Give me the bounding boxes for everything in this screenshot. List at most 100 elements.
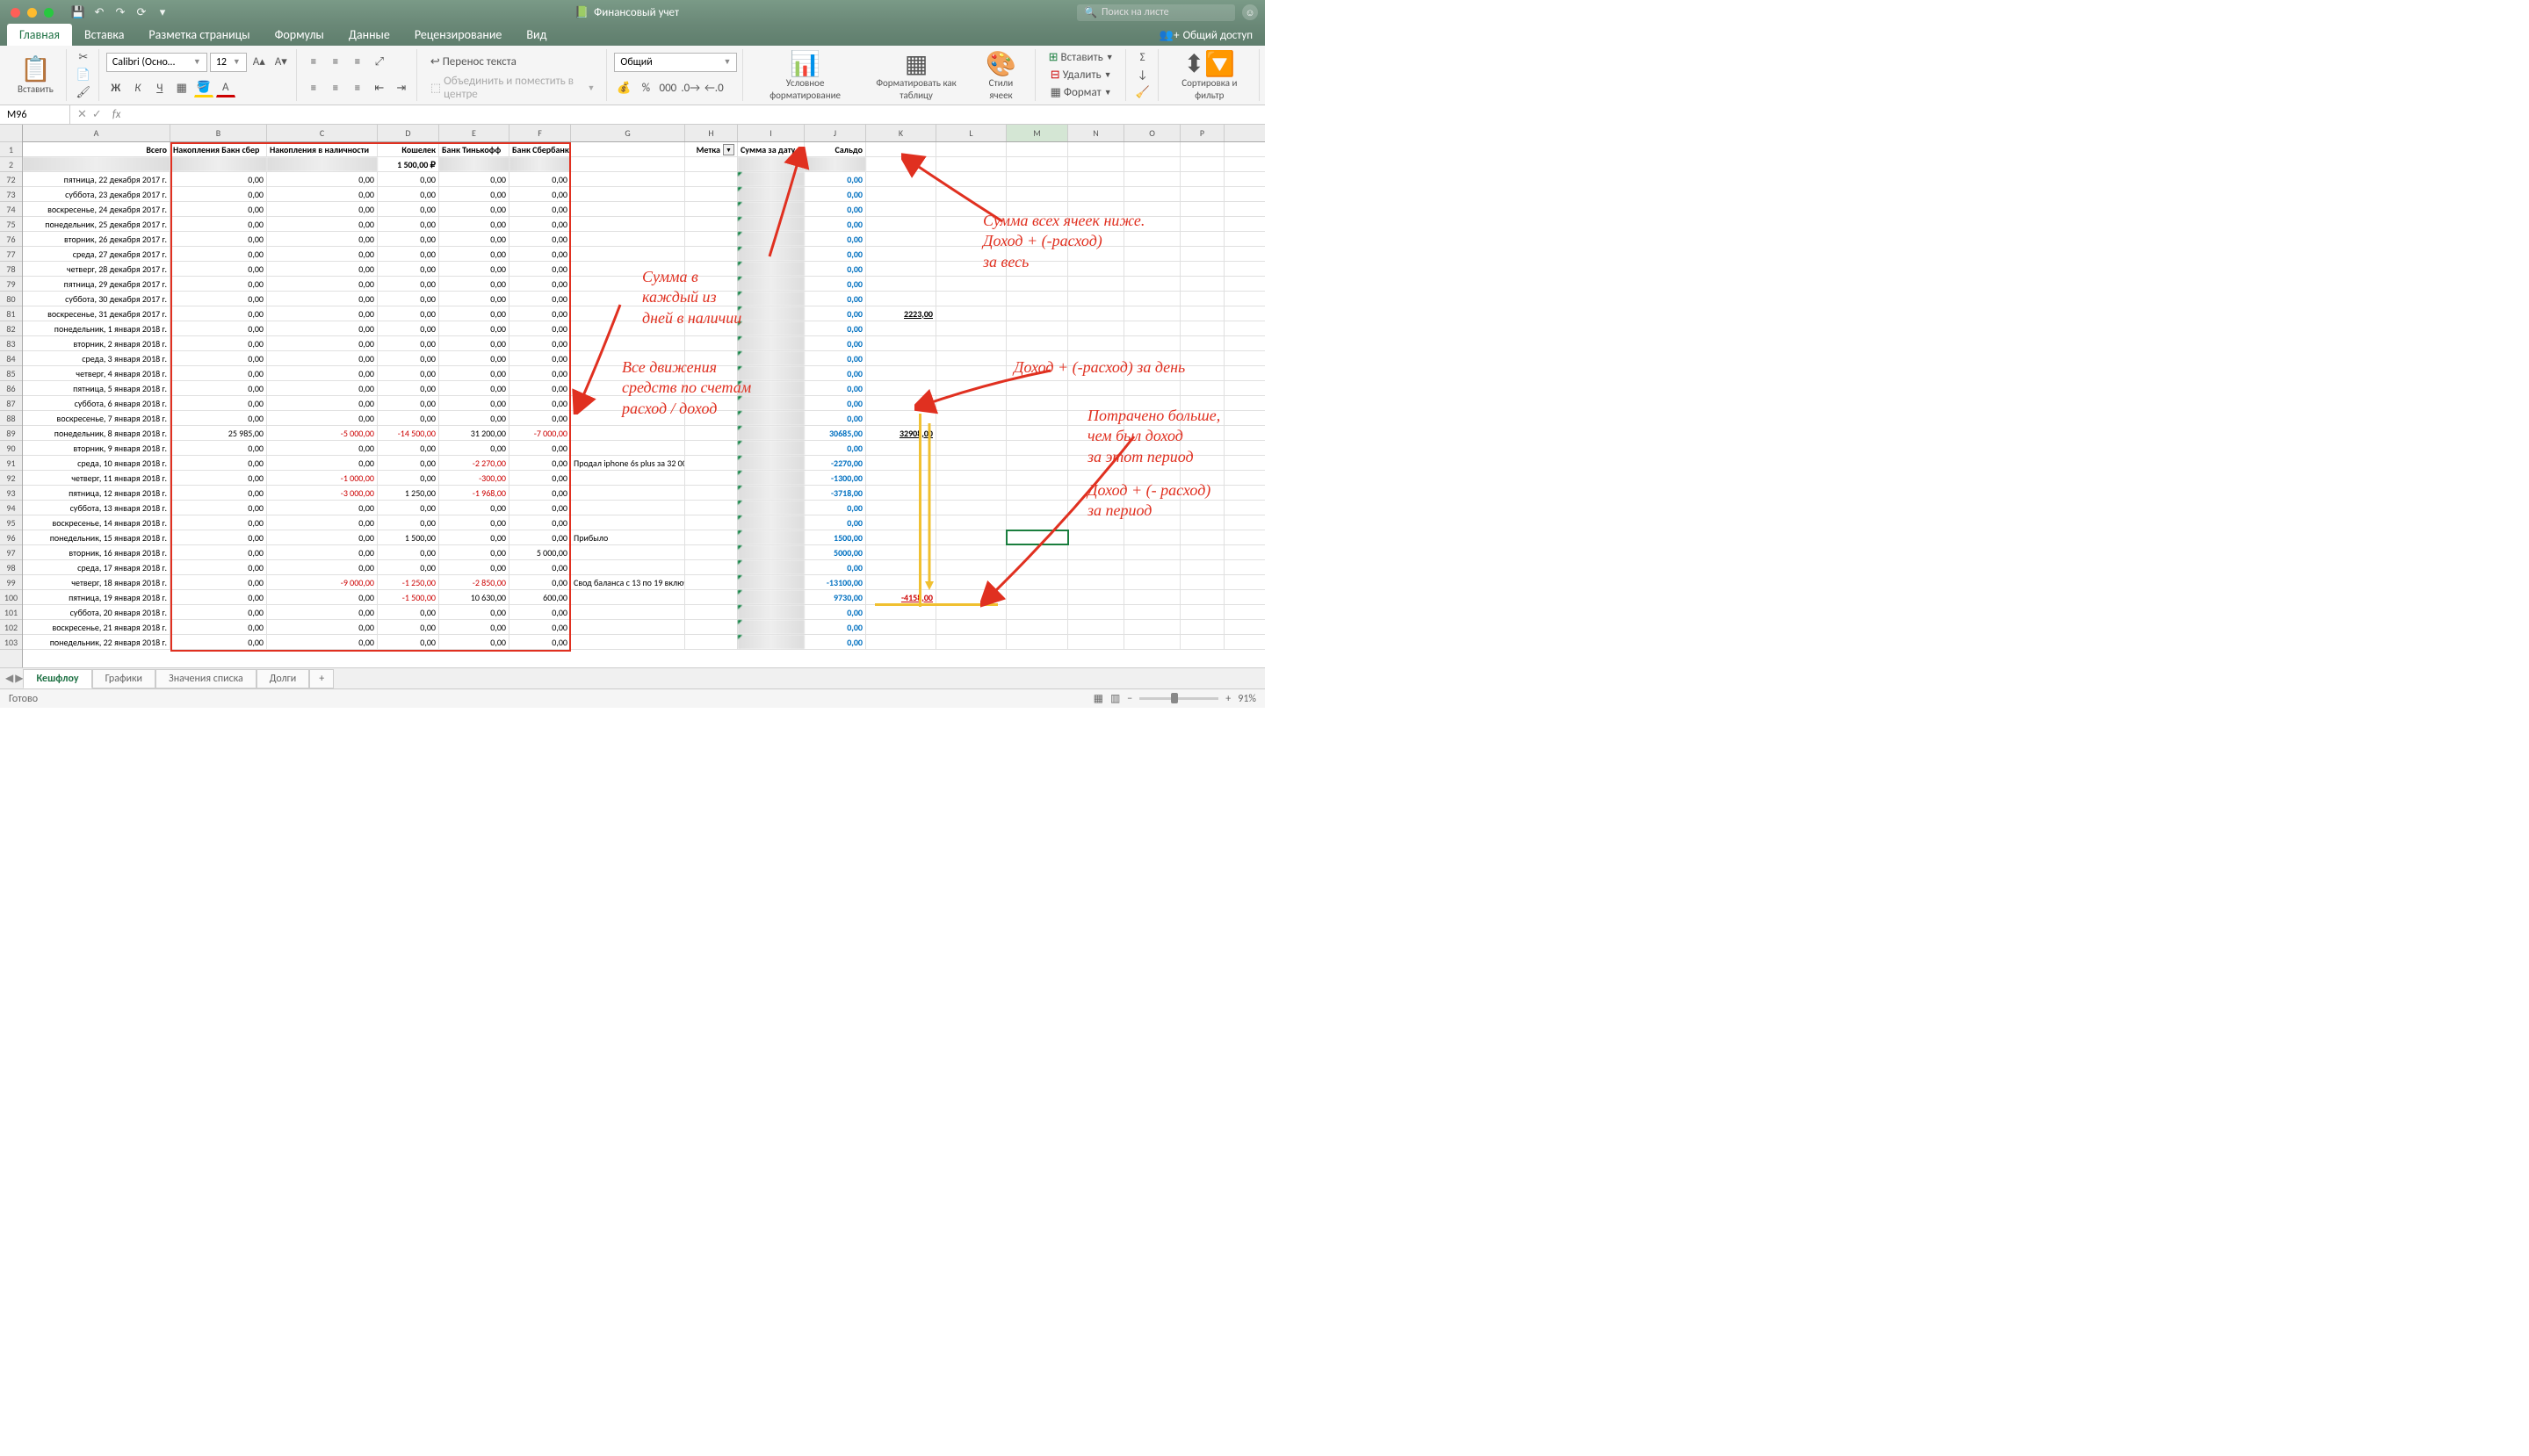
cell[interactable] <box>571 202 685 216</box>
cell[interactable]: 0,00 <box>805 396 866 410</box>
cell[interactable]: 0,00 <box>378 620 439 634</box>
italic-button[interactable]: К <box>128 78 148 97</box>
user-avatar-icon[interactable]: ☺ <box>1242 4 1258 20</box>
align-left-icon[interactable]: ≡ <box>304 78 323 97</box>
cell[interactable]: 32908,00 <box>866 426 936 440</box>
fx-label[interactable]: fx <box>109 108 121 121</box>
cell[interactable] <box>1181 142 1225 156</box>
tab-data[interactable]: Данные <box>336 24 402 46</box>
cell[interactable] <box>1181 426 1225 440</box>
cell[interactable]: 0,00 <box>170 217 267 231</box>
col-header-L[interactable]: L <box>936 125 1007 141</box>
row-header[interactable]: 102 <box>0 620 22 635</box>
cell[interactable] <box>571 306 685 321</box>
cell[interactable]: Всего <box>23 142 170 156</box>
cell[interactable]: 0,00 <box>170 635 267 649</box>
cell[interactable]: 2223,00 <box>866 306 936 321</box>
cell[interactable] <box>685 321 738 335</box>
cell[interactable] <box>738 441 805 455</box>
cell[interactable]: 0,00 <box>439 172 509 186</box>
cell[interactable] <box>1007 321 1068 335</box>
cell[interactable]: 5000,00 <box>805 545 866 559</box>
cell[interactable]: 0,00 <box>378 515 439 530</box>
cell[interactable]: 0,00 <box>509 351 571 365</box>
align-bottom-icon[interactable]: ≡ <box>348 53 367 72</box>
cell[interactable]: 0,00 <box>170 456 267 470</box>
cell[interactable]: 0,00 <box>805 172 866 186</box>
cell[interactable] <box>1068 545 1124 559</box>
cell[interactable]: четверг, 28 декабря 2017 г. <box>23 262 170 276</box>
cell[interactable] <box>738 605 805 619</box>
redo-icon[interactable]: ↷ <box>112 4 129 21</box>
cell[interactable]: 0,00 <box>267 456 378 470</box>
paste-button[interactable]: 📋Вставить <box>11 54 61 97</box>
row-header[interactable]: 85 <box>0 366 22 381</box>
cell[interactable] <box>1007 590 1068 604</box>
cell[interactable] <box>1068 217 1124 231</box>
cell[interactable] <box>1068 486 1124 500</box>
cell[interactable] <box>1181 262 1225 276</box>
cell[interactable] <box>1068 471 1124 485</box>
row-header[interactable]: 103 <box>0 635 22 650</box>
cell[interactable]: 0,00 <box>378 411 439 425</box>
col-header-C[interactable]: C <box>267 125 378 141</box>
zoom-in-icon[interactable]: + <box>1225 693 1231 705</box>
cell[interactable] <box>1007 560 1068 574</box>
row-header[interactable]: 98 <box>0 560 22 575</box>
cell[interactable] <box>685 530 738 544</box>
cell[interactable] <box>866 441 936 455</box>
cell[interactable] <box>936 471 1007 485</box>
cell[interactable]: 0,00 <box>509 172 571 186</box>
row-header[interactable]: 86 <box>0 381 22 396</box>
cell[interactable]: 0,00 <box>267 635 378 649</box>
cell[interactable] <box>1124 381 1181 395</box>
cell[interactable]: 0,00 <box>805 381 866 395</box>
cell[interactable]: четверг, 11 января 2018 г. <box>23 471 170 485</box>
cell[interactable] <box>1181 486 1225 500</box>
cell[interactable] <box>571 381 685 395</box>
cell[interactable] <box>1124 635 1181 649</box>
cell[interactable]: 0,00 <box>170 560 267 574</box>
cell[interactable] <box>738 232 805 246</box>
cell[interactable] <box>866 545 936 559</box>
cell[interactable]: 0,00 <box>378 306 439 321</box>
cell[interactable] <box>866 486 936 500</box>
cell[interactable] <box>1007 441 1068 455</box>
cell[interactable] <box>866 381 936 395</box>
cell[interactable] <box>866 560 936 574</box>
cell[interactable] <box>1181 381 1225 395</box>
orientation-icon[interactable]: ⤢ <box>370 53 389 72</box>
cell[interactable]: 0,00 <box>267 172 378 186</box>
cell[interactable] <box>1124 530 1181 544</box>
save-icon[interactable]: 💾 <box>69 4 87 21</box>
cell[interactable] <box>1007 501 1068 515</box>
cell[interactable]: пятница, 5 января 2018 г. <box>23 381 170 395</box>
cell[interactable] <box>1181 515 1225 530</box>
cell[interactable] <box>936 321 1007 335</box>
cell[interactable]: 0,00 <box>805 336 866 350</box>
cell-styles-button[interactable]: 🎨Стили ячеек <box>972 47 1029 102</box>
row-header[interactable]: 84 <box>0 351 22 366</box>
row-header[interactable]: 95 <box>0 515 22 530</box>
cell[interactable]: 0,00 <box>170 306 267 321</box>
accept-formula-icon[interactable]: ✓ <box>92 108 102 121</box>
cell[interactable]: 0,00 <box>378 441 439 455</box>
cell[interactable]: 0,00 <box>439 306 509 321</box>
cell[interactable] <box>571 262 685 276</box>
cell[interactable] <box>1124 172 1181 186</box>
cell[interactable]: Банк Сбербанк <box>509 142 571 156</box>
cell[interactable]: 0,00 <box>170 501 267 515</box>
sort-filter-button[interactable]: ⬍🔽Сортировка и фильтр <box>1166 47 1254 102</box>
cell[interactable] <box>738 575 805 589</box>
row-header[interactable]: 101 <box>0 605 22 620</box>
cell[interactable]: 0,00 <box>805 232 866 246</box>
cell[interactable] <box>1068 232 1124 246</box>
font-select[interactable]: Calibri (Осно…▼ <box>106 53 207 72</box>
cell[interactable]: 0,00 <box>509 605 571 619</box>
sheet-tab-4[interactable]: Долги <box>257 669 310 688</box>
cell[interactable]: 0,00 <box>439 620 509 634</box>
cell[interactable] <box>1124 471 1181 485</box>
cell[interactable] <box>571 336 685 350</box>
cell[interactable]: 0,00 <box>378 366 439 380</box>
cell[interactable] <box>738 187 805 201</box>
